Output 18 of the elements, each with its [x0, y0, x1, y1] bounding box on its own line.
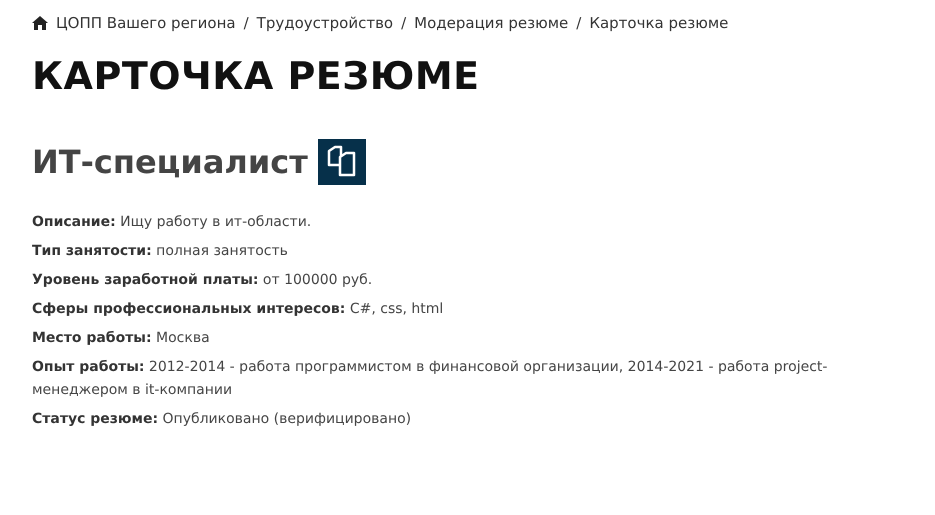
- breadcrumb-link[interactable]: ЦОПП Вашего региона: [56, 14, 236, 32]
- resume-title: ИТ-специалист: [32, 143, 308, 182]
- breadcrumb-link[interactable]: Трудоустройство: [256, 14, 394, 32]
- detail-line: Место работы: Москва: [32, 329, 211, 348]
- breadcrumb-current: Карточка резюме: [589, 14, 728, 32]
- detail-line: Опыт работы: 2012-2014 - работа программистом в финансовой организации, 2014-2021 - работа project-менеджером в it-компании: [32, 358, 828, 400]
- breadcrumb-link[interactable]: Модерация резюме: [414, 14, 568, 32]
- breadcrumb-separator: /: [576, 14, 582, 32]
- detail-line: Уровень заработной платы: от 100000 руб.: [32, 271, 374, 290]
- page-title: КАРТОЧКА РЕЗЮМЕ: [32, 53, 481, 100]
- home-icon: [32, 16, 48, 30]
- detail-line: Тип занятости: полная занятость: [32, 242, 289, 262]
- breadcrumb-separator: /: [401, 14, 406, 32]
- copy-button[interactable]: [318, 139, 366, 186]
- breadcrumb-separator: /: [244, 14, 249, 32]
- detail-line: Статус резюме: Опубликовано (верифицировано): [32, 410, 412, 430]
- detail-line: Описание: Ищу работу в ит-области.: [32, 213, 312, 232]
- detail-line: Сферы профессиональных интересов: C#, css, html: [32, 300, 444, 320]
